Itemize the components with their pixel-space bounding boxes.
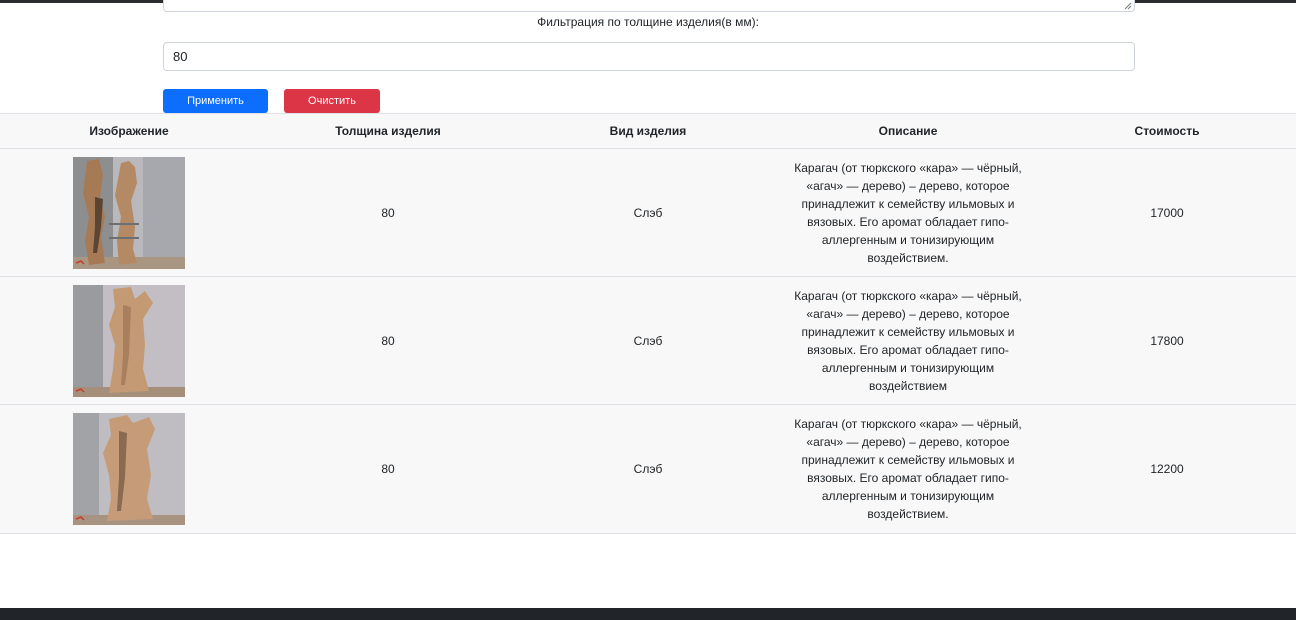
description-text: Карагач (от тюркского «кара» — чёрный, «… [794,160,1022,265]
resize-grip-icon[interactable] [1124,2,1132,10]
price-cell: 12200 [1038,404,1296,534]
table-header-row: Изображение Толщина изделия Вид изделия … [0,113,1296,149]
wood-slab-photo[interactable] [73,156,185,269]
apply-filter-button[interactable]: Применить фильтр [163,89,268,131]
price-cell: 17000 [1038,148,1296,277]
thickness-cell: 80 [258,276,518,405]
description-cell: Карагач (от тюркского «кара» — чёрный, «… [778,276,1038,405]
description-cell: Карагач (от тюркского «кара» — чёрный, «… [778,404,1038,534]
column-header-kind: Вид изделия [518,113,778,149]
column-header-image: Изображение [0,113,258,149]
thickness-filter-label: Фильтрация по толщине изделия(в мм): [537,15,759,29]
kind-cell: Слэб [518,148,778,277]
notes-textarea[interactable] [163,0,1135,12]
kind-cell: Слэб [518,404,778,534]
column-header-thickness: Толщина изделия [258,113,518,149]
description-text: Карагач (от тюркского «кара» — чёрный, «… [794,288,1022,393]
image-cell [0,404,258,534]
column-header-price: Стоимость [1038,113,1296,149]
column-header-description: Описание [778,113,1038,149]
wood-slab-photo[interactable] [73,413,185,525]
thickness-cell: 80 [258,404,518,534]
thickness-cell: 80 [258,148,518,277]
table-row: 80 Слэб Карагач (от тюркского «кара» — ч… [0,404,1296,534]
price-cell: 17800 [1038,276,1296,405]
page-footer [0,608,1296,620]
table-row: 80 Слэб Карагач (от тюркского «кара» — ч… [0,148,1296,277]
wood-slab-photo[interactable] [73,284,185,397]
products-table: Изображение Толщина изделия Вид изделия … [0,113,1296,534]
image-cell [0,148,258,277]
thickness-filter-input[interactable] [163,42,1135,71]
image-cell [0,276,258,405]
table-row: 80 Слэб Карагач (от тюркского «кара» — ч… [0,276,1296,405]
clear-filter-button[interactable]: Очистить фильтр [284,89,380,131]
kind-cell: Слэб [518,276,778,405]
description-text: Карагач (от тюркского «кара» — чёрный, «… [794,417,1022,521]
description-cell: Карагач (от тюркского «кара» — чёрный, «… [778,148,1038,277]
